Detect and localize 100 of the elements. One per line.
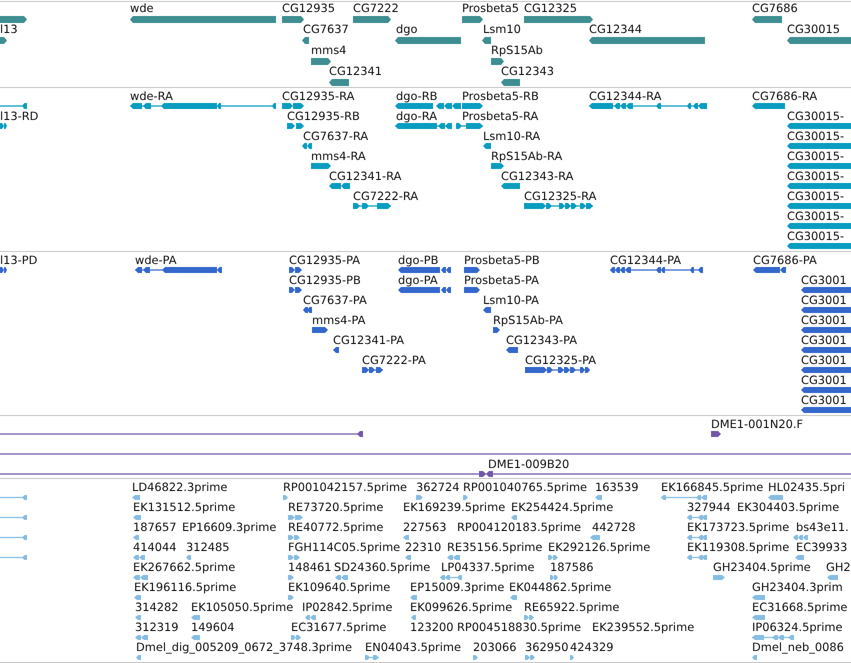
protein-feature[interactable] (801, 407, 851, 413)
gene-feature[interactable] (752, 16, 782, 22)
gene-feature[interactable] (787, 36, 851, 44)
transcript-feature[interactable] (787, 183, 851, 189)
protein-feature[interactable] (464, 287, 480, 293)
est-feature[interactable] (440, 574, 462, 580)
est-feature[interactable] (411, 614, 416, 620)
est-feature[interactable] (524, 614, 534, 620)
est-feature[interactable] (752, 654, 757, 660)
gene-feature[interactable] (462, 16, 483, 22)
transcript-feature[interactable] (395, 123, 452, 129)
est-feature[interactable] (288, 594, 294, 600)
est-feature[interactable] (687, 554, 707, 560)
protein-feature[interactable] (753, 267, 786, 273)
gene-feature[interactable] (353, 16, 391, 22)
gene-feature[interactable] (329, 78, 349, 86)
clone-feature[interactable] (0, 431, 363, 437)
est-feature[interactable] (687, 534, 707, 540)
est-feature[interactable] (768, 494, 783, 500)
transcript-feature[interactable] (287, 123, 304, 129)
est-feature[interactable] (186, 554, 191, 560)
transcript-feature[interactable] (456, 123, 483, 129)
transcript-feature[interactable] (130, 103, 276, 109)
est-feature[interactable] (288, 554, 300, 560)
gene-feature[interactable] (130, 16, 276, 22)
gene-feature[interactable] (491, 58, 504, 64)
transcript-feature[interactable] (787, 143, 851, 149)
protein-feature[interactable] (464, 267, 480, 273)
gene-feature[interactable] (0, 16, 27, 22)
est-feature[interactable] (291, 634, 301, 640)
gene-feature[interactable] (311, 58, 331, 64)
est-feature[interactable] (0, 554, 27, 560)
transcript-feature[interactable] (491, 163, 504, 169)
protein-feature[interactable] (525, 367, 590, 373)
est-feature[interactable] (713, 574, 725, 580)
gene-feature[interactable] (524, 16, 593, 22)
gene-feature[interactable] (395, 36, 461, 44)
transcript-feature[interactable] (787, 223, 851, 229)
gene-feature[interactable] (501, 78, 520, 86)
gene-feature[interactable] (282, 16, 304, 22)
transcript-feature[interactable] (302, 143, 312, 149)
est-feature[interactable] (447, 554, 460, 560)
protein-feature[interactable] (0, 267, 7, 273)
est-feature[interactable] (793, 534, 808, 540)
protein-feature[interactable] (506, 347, 518, 353)
protein-feature[interactable] (801, 367, 851, 373)
est-feature[interactable] (0, 514, 27, 520)
transcript-feature[interactable] (524, 203, 593, 209)
est-feature[interactable] (525, 654, 535, 660)
est-feature[interactable] (133, 554, 145, 560)
est-feature[interactable] (288, 534, 300, 540)
est-feature[interactable] (288, 514, 303, 520)
est-feature[interactable] (405, 554, 411, 560)
est-feature[interactable] (133, 574, 148, 580)
protein-feature[interactable] (801, 307, 851, 313)
transcript-feature[interactable] (0, 103, 27, 109)
transcript-feature[interactable] (501, 183, 520, 189)
est-feature[interactable] (570, 654, 574, 660)
protein-feature[interactable] (801, 327, 851, 333)
est-feature[interactable] (687, 514, 707, 520)
est-feature[interactable] (550, 574, 558, 580)
est-feature[interactable] (590, 534, 600, 540)
transcript-feature[interactable] (483, 143, 491, 149)
transcript-feature[interactable] (787, 123, 851, 129)
protein-feature[interactable] (362, 367, 383, 373)
transcript-feature[interactable] (395, 103, 461, 109)
transcript-feature[interactable] (787, 163, 851, 169)
est-feature[interactable] (134, 594, 141, 600)
protein-feature[interactable] (135, 267, 222, 273)
est-feature[interactable] (795, 554, 804, 560)
est-feature[interactable] (136, 654, 141, 660)
protein-feature[interactable] (801, 347, 851, 353)
transcript-feature[interactable] (589, 103, 707, 109)
gene-feature[interactable] (589, 36, 705, 44)
est-feature[interactable] (288, 574, 294, 580)
transcript-feature[interactable] (752, 103, 785, 109)
est-feature[interactable] (827, 574, 838, 580)
protein-feature[interactable] (289, 287, 302, 293)
est-feature[interactable] (410, 594, 417, 600)
est-feature[interactable] (473, 654, 478, 660)
clone-feature[interactable] (0, 471, 851, 477)
protein-feature[interactable] (610, 267, 703, 273)
est-feature[interactable] (595, 494, 602, 500)
est-feature[interactable] (511, 514, 517, 520)
est-feature[interactable] (403, 534, 409, 540)
protein-feature[interactable] (801, 387, 851, 393)
protein-feature[interactable] (312, 327, 328, 333)
est-feature[interactable] (135, 614, 141, 620)
est-feature[interactable] (416, 494, 423, 500)
est-feature[interactable] (305, 614, 316, 620)
est-feature[interactable] (283, 494, 288, 500)
est-feature[interactable] (510, 594, 517, 600)
est-feature[interactable] (133, 534, 139, 540)
est-feature[interactable] (335, 574, 348, 580)
est-feature[interactable] (661, 494, 707, 500)
est-feature[interactable] (463, 494, 468, 500)
clone-feature[interactable] (711, 431, 721, 437)
protein-feature[interactable] (483, 307, 491, 313)
protein-feature[interactable] (493, 327, 500, 333)
transcript-feature[interactable] (353, 203, 391, 209)
